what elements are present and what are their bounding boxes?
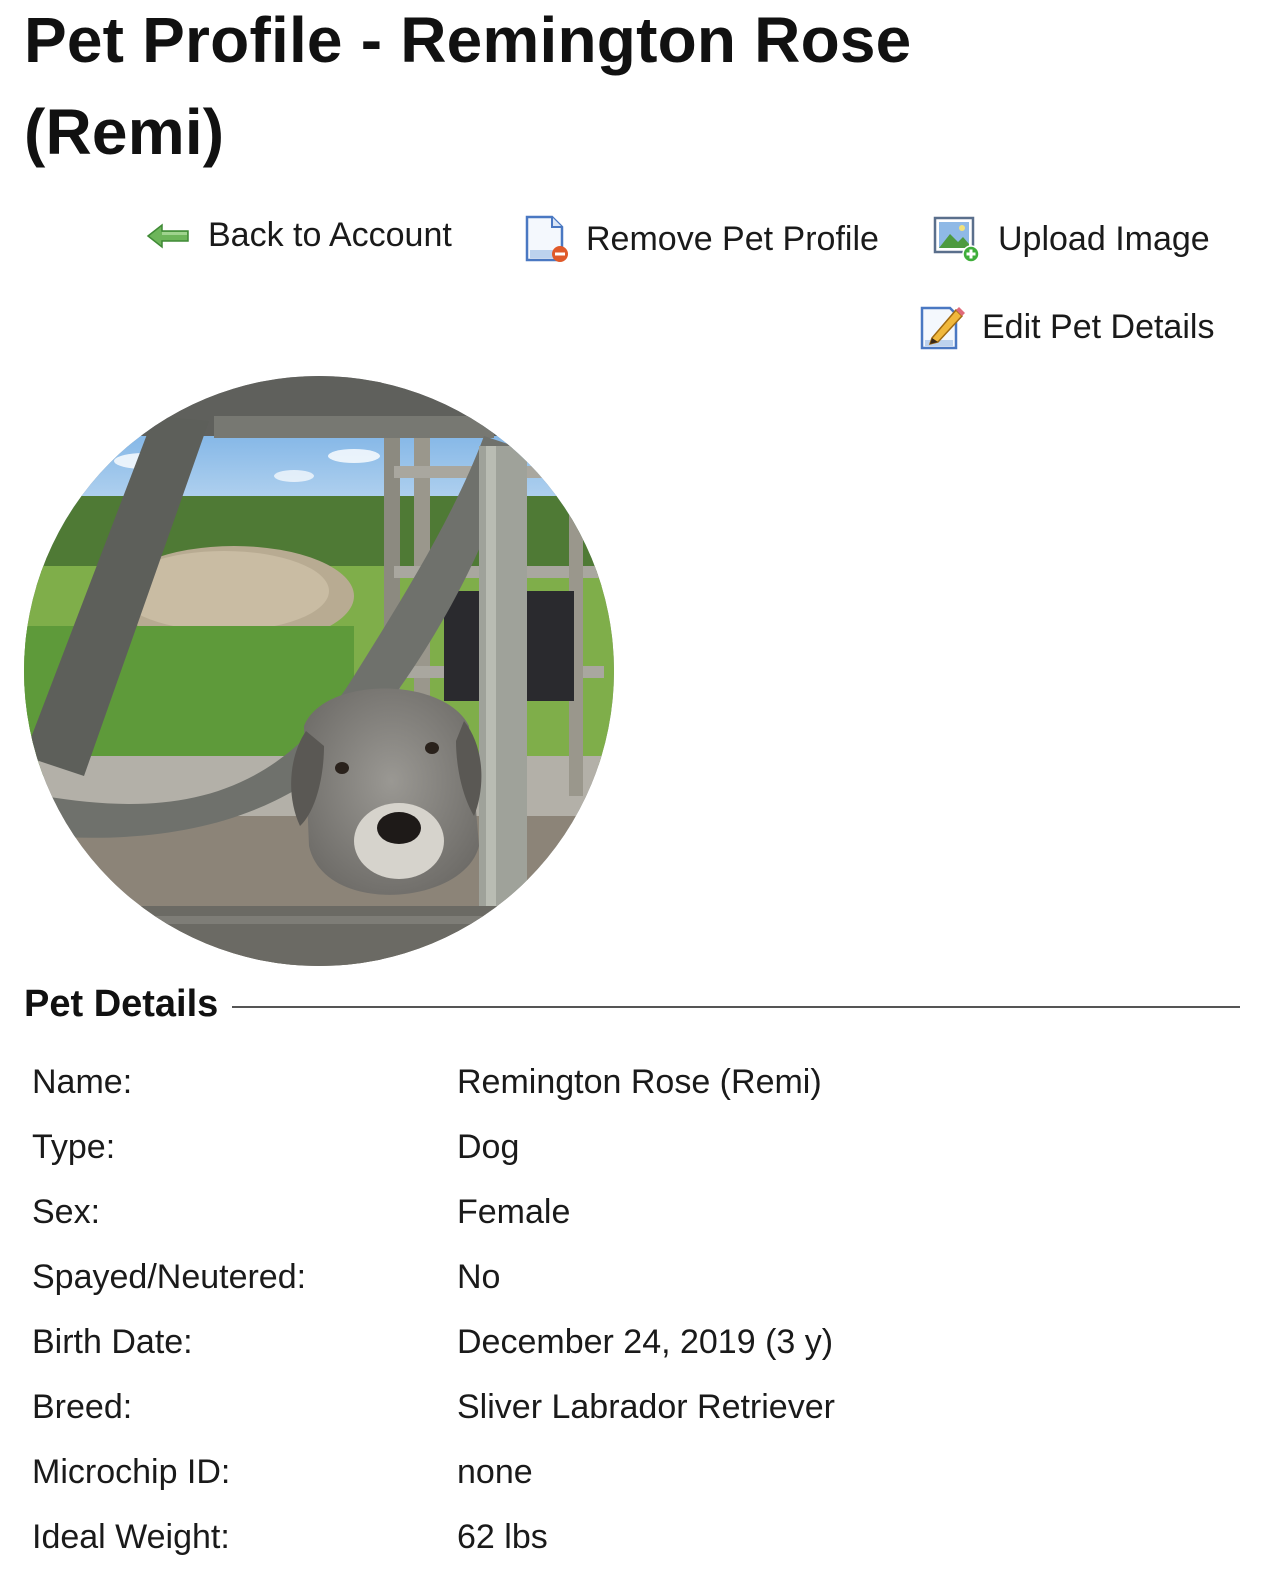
detail-label: Microchip ID: [32, 1453, 231, 1491]
detail-row-name: Name: Remington Rose (Remi) [32, 1050, 1232, 1115]
detail-value: 62 lbs [457, 1518, 548, 1556]
document-remove-icon [522, 214, 570, 264]
detail-row-ideal-weight: Ideal Weight: 62 lbs [32, 1505, 1232, 1570]
arrow-left-icon [146, 221, 192, 251]
detail-label: Birth Date: [32, 1323, 193, 1361]
detail-value: Female [457, 1193, 571, 1231]
detail-value: Dog [457, 1128, 520, 1166]
detail-label: Spayed/Neutered: [32, 1258, 307, 1296]
detail-row-type: Type: Dog [32, 1115, 1232, 1180]
detail-row-spayed-neutered: Spayed/Neutered: No [32, 1245, 1232, 1310]
remove-pet-profile-link[interactable]: Remove Pet Profile [522, 214, 879, 264]
detail-label: Name: [32, 1063, 133, 1101]
detail-value: December 24, 2019 (3 y) [457, 1323, 834, 1361]
detail-row-birth-date: Birth Date: December 24, 2019 (3 y) [32, 1310, 1232, 1375]
pet-details-list: Name: Remington Rose (Remi) Type: Dog Se… [32, 1050, 1232, 1570]
image-add-icon [932, 214, 982, 264]
detail-row-sex: Sex: Female [32, 1180, 1232, 1245]
pet-photo [24, 376, 614, 966]
upload-image-link[interactable]: Upload Image [932, 214, 1210, 264]
back-to-account-label: Back to Account [208, 216, 452, 254]
edit-pet-details-label: Edit Pet Details [982, 307, 1215, 346]
back-to-account-link[interactable]: Back to Account [146, 216, 452, 255]
detail-row-breed: Breed: Sliver Labrador Retriever [32, 1375, 1232, 1440]
detail-value: none [457, 1453, 533, 1491]
remove-pet-profile-label: Remove Pet Profile [586, 219, 879, 258]
detail-label: Ideal Weight: [32, 1518, 230, 1556]
detail-label: Sex: [32, 1193, 101, 1231]
detail-label: Type: [32, 1128, 116, 1166]
detail-value: Sliver Labrador Retriever [457, 1388, 835, 1426]
detail-value: Remington Rose (Remi) [457, 1063, 822, 1101]
pet-details-section-header: Pet Details [24, 983, 1240, 1026]
detail-label: Breed: [32, 1388, 133, 1426]
detail-value: No [457, 1258, 501, 1296]
section-divider [232, 1005, 1240, 1008]
detail-row-microchip-id: Microchip ID: none [32, 1440, 1232, 1505]
page-title: Pet Profile - Remington Rose (Remi) [24, 4, 912, 168]
edit-pet-details-link[interactable]: Edit Pet Details [918, 302, 1214, 352]
pencil-edit-icon [918, 302, 966, 352]
pet-details-heading: Pet Details [24, 983, 219, 1025]
upload-image-label: Upload Image [998, 219, 1210, 258]
